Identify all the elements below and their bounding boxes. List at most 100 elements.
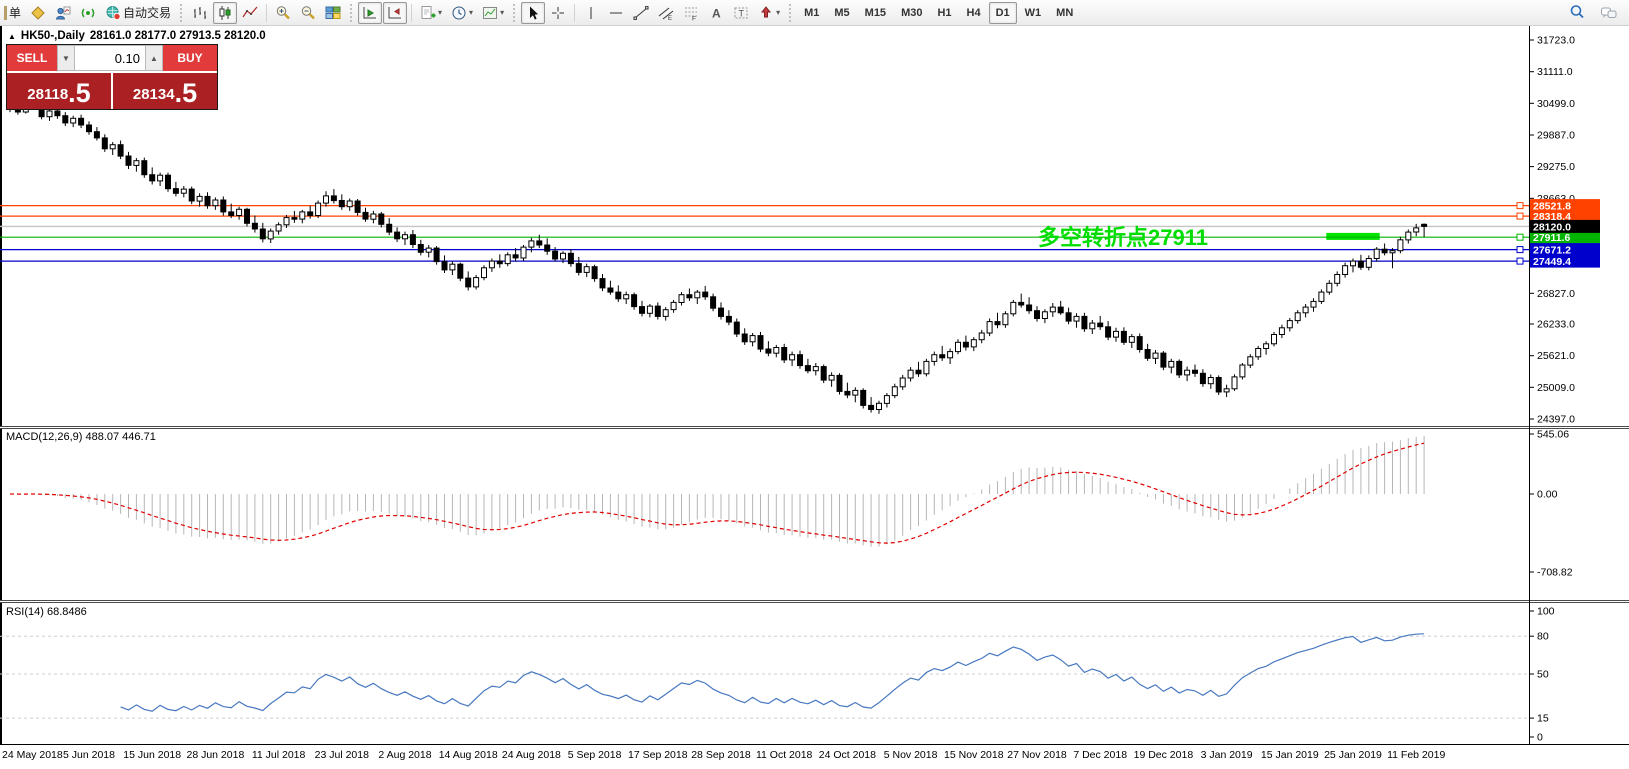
community-button[interactable] — [51, 2, 75, 24]
svg-text:50: 50 — [1537, 669, 1549, 681]
macd-pane[interactable]: 545.06 0.00 -708.82 — [0, 429, 1629, 600]
chevron-down-icon: ▾ — [438, 7, 443, 17]
line-chart-mode-button[interactable] — [238, 2, 262, 24]
svg-text:27911.6: 27911.6 — [1533, 232, 1571, 244]
time-axis-label: 24 Oct 2018 — [818, 749, 876, 761]
arrows-tool-button[interactable]: ▾ — [754, 2, 784, 24]
text-tool-button[interactable]: A — [704, 2, 728, 24]
timeframe-button-mn[interactable]: MN — [1049, 2, 1080, 24]
collapse-arrow-icon[interactable]: ▲ — [8, 32, 16, 41]
template-icon — [483, 6, 498, 19]
svg-text:545.06: 545.06 — [1537, 429, 1569, 441]
toolbar-grip[interactable] — [789, 3, 792, 22]
timeframe-button-h1[interactable]: H1 — [930, 2, 958, 24]
signals-button[interactable] — [76, 2, 100, 24]
label-tool-button[interactable]: T — [729, 2, 753, 24]
chevron-down-icon: ▾ — [469, 7, 474, 17]
time-axis-label: 5 Nov 2018 — [883, 749, 938, 761]
candlestick-mode-button[interactable] — [213, 1, 238, 24]
tile-windows-button[interactable] — [321, 2, 345, 24]
zoom-out-icon — [301, 5, 315, 19]
sell-button[interactable]: SELL — [7, 45, 57, 71]
equidistant-channel-icon: E — [658, 7, 674, 21]
autotrading-button[interactable]: 自动交易 — [101, 2, 175, 24]
buy-button[interactable]: BUY — [163, 45, 217, 71]
ask-price-fraction: .5 — [174, 78, 198, 108]
time-axis[interactable]: 24 May 2018 5 Jun 2018 15 Jun 2018 28 Jun 2… — [0, 744, 1629, 769]
time-axis-label: 15 Jun 2018 — [123, 749, 182, 761]
time-axis-label: 5 Jun 2018 — [63, 749, 115, 761]
signal-icon — [81, 8, 95, 17]
toolbar-grip[interactable] — [513, 3, 516, 22]
channel-tool-button[interactable]: E — [654, 2, 678, 24]
trendline-icon — [633, 5, 649, 20]
svg-text:0.00: 0.00 — [1537, 489, 1558, 501]
timeframe-button-m15[interactable]: M15 — [858, 2, 893, 24]
text-a-icon: A — [712, 6, 721, 20]
rsi-label: RSI(14) 68.8486 — [6, 606, 87, 618]
chart-shift-button[interactable] — [383, 1, 408, 24]
bid-quote[interactable]: 28118.5 — [7, 73, 111, 109]
volume-increase-button[interactable]: ▲ — [145, 45, 163, 71]
auto-scroll-button[interactable] — [358, 1, 383, 24]
toolbar-grip[interactable] — [350, 3, 353, 22]
volume-decrease-button[interactable]: ▼ — [57, 45, 75, 71]
vertical-line-tool-button[interactable] — [579, 2, 603, 24]
timeframe-button-h4[interactable]: H4 — [960, 2, 988, 24]
horizontal-line-tool-button[interactable] — [604, 2, 628, 24]
search-button[interactable] — [1565, 2, 1590, 24]
tile-windows-icon — [325, 6, 341, 19]
time-axis-label: 28 Sep 2018 — [691, 749, 751, 761]
clipped-icon — [4, 5, 7, 20]
timeframe-button-m5[interactable]: M5 — [827, 2, 856, 24]
fibonacci-tool-button[interactable]: F — [679, 2, 703, 24]
time-axis-label: 17 Sep 2018 — [628, 749, 688, 761]
chevron-down-icon: ▾ — [776, 7, 781, 17]
time-axis-label: 14 Aug 2018 — [438, 749, 498, 761]
time-axis-label: 19 Dec 2018 — [1133, 749, 1194, 761]
new-order-button[interactable]: 单 — [0, 2, 25, 24]
bar-chart-mode-button[interactable] — [188, 2, 212, 24]
svg-text:29887.0: 29887.0 — [1537, 130, 1575, 142]
time-axis-label: 2 Aug 2018 — [378, 749, 432, 761]
toolbar: 单 自动交易 ▾ ▾ ▾ E F A T ▾ M1 M5 M15 M30 H1 … — [0, 0, 1629, 26]
svg-text:25621.0: 25621.0 — [1537, 350, 1575, 362]
indicators-button[interactable]: ▾ — [416, 2, 446, 24]
svg-text:多空转折点27911: 多空转折点27911 — [1038, 225, 1208, 250]
horizontal-line-icon — [610, 12, 623, 13]
svg-text:29275.0: 29275.0 — [1537, 161, 1575, 173]
periods-button[interactable]: ▾ — [447, 2, 477, 24]
svg-text:24397.0: 24397.0 — [1537, 414, 1575, 426]
indicators-icon — [421, 5, 436, 19]
svg-text:31111.0: 31111.0 — [1537, 66, 1573, 78]
chat-button[interactable] — [1596, 2, 1622, 24]
svg-text:A: A — [712, 6, 721, 20]
candlestick-icon — [219, 5, 231, 20]
ask-price-main: 28134 — [132, 86, 175, 103]
zoom-in-button[interactable] — [271, 2, 295, 24]
ask-quote[interactable]: 28134.5 — [113, 73, 217, 109]
crosshair-icon — [552, 6, 565, 19]
timeframe-button-m1[interactable]: M1 — [797, 2, 826, 24]
cursor-button[interactable] — [521, 1, 546, 24]
time-axis-label: 11 Feb 2019 — [1387, 749, 1446, 761]
toolbar-grip[interactable] — [180, 3, 183, 22]
trendline-tool-button[interactable] — [629, 2, 653, 24]
rsi-pane[interactable]: 100 80 50 15 0 — [0, 603, 1629, 744]
zoom-out-button[interactable] — [296, 2, 320, 24]
volume-input[interactable]: 0.10 — [75, 45, 145, 71]
svg-text:80: 80 — [1537, 631, 1549, 643]
timeframe-button-w1[interactable]: W1 — [1018, 2, 1049, 24]
bid-price-fraction: .5 — [68, 78, 91, 108]
new-order-label: 单 — [9, 6, 22, 20]
svg-text:25009.0: 25009.0 — [1537, 382, 1575, 394]
svg-text:-708.82: -708.82 — [1537, 567, 1573, 579]
timeframe-button-m30[interactable]: M30 — [894, 2, 929, 24]
templates-button[interactable]: ▾ — [478, 2, 508, 24]
crosshair-button[interactable] — [546, 2, 570, 24]
time-axis-label: 11 Oct 2018 — [755, 749, 813, 761]
market-watch-button[interactable] — [26, 2, 50, 24]
timeframe-button-d1[interactable]: D1 — [988, 1, 1017, 24]
price-pane[interactable]: 31723.031111.030499.029887.029275.028663… — [0, 26, 1629, 426]
price-axis-line — [1529, 26, 1530, 744]
